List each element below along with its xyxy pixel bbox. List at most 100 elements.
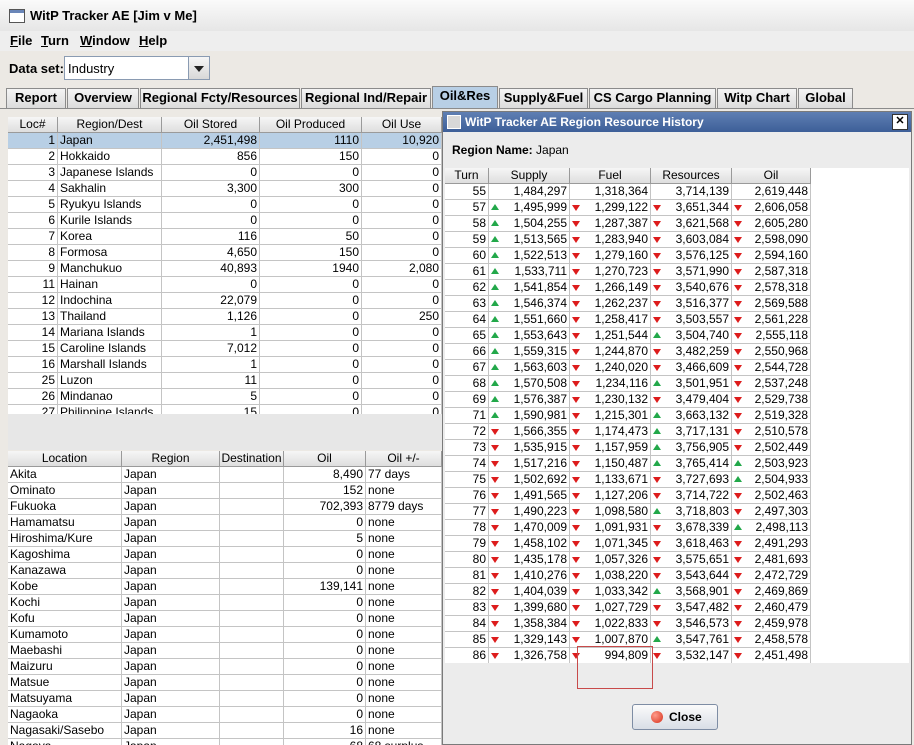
- table-row[interactable]: Hamamatsu Japan 0 none: [8, 515, 442, 531]
- table-row[interactable]: Nagasaki/Sasebo Japan 16 none: [8, 723, 442, 739]
- table-row[interactable]: 4 Sakhalin 3,300 300 0: [8, 181, 442, 197]
- table-row[interactable]: 58 1,504,255 1,287,387 3,621,568 2,605,280: [445, 216, 811, 232]
- column-header[interactable]: Oil Use: [362, 117, 442, 133]
- tab-report[interactable]: Report: [6, 88, 66, 108]
- table-row[interactable]: 63 1,546,374 1,262,237 3,516,377 2,569,588: [445, 296, 811, 312]
- table-row[interactable]: Hiroshima/Kure Japan 5 none: [8, 531, 442, 547]
- column-header[interactable]: Region/Dest: [58, 117, 162, 133]
- table-row[interactable]: 79 1,458,102 1,071,345 3,618,463 2,491,293: [445, 536, 811, 552]
- table-row[interactable]: 83 1,399,680 1,027,729 3,547,482 2,460,479: [445, 600, 811, 616]
- table-row[interactable]: 62 1,541,854 1,266,149 3,540,676 2,578,318: [445, 280, 811, 296]
- table-row[interactable]: 9 Manchukuo 40,893 1940 2,080: [8, 261, 442, 277]
- tab-supply-fuel[interactable]: Supply&Fuel: [499, 88, 588, 108]
- tab-regional-fcty-resources[interactable]: Regional Fcty/Resources: [140, 88, 300, 108]
- table-row[interactable]: 66 1,559,315 1,244,870 3,482,259 2,550,968: [445, 344, 811, 360]
- tab-regional-ind-repair[interactable]: Regional Ind/Repair: [301, 88, 431, 108]
- table-row[interactable]: Kobe Japan 139,141 none: [8, 579, 442, 595]
- column-header[interactable]: Destination: [220, 451, 284, 467]
- resource-history-table[interactable]: Turn Supply Fuel Resources Oil 55 1,484,297 1,3…: [445, 168, 909, 663]
- column-header[interactable]: Resources: [651, 168, 732, 184]
- table-row[interactable]: 75 1,502,692 1,133,671 3,727,693 2,504,933: [445, 472, 811, 488]
- tab-overview[interactable]: Overview: [67, 88, 139, 108]
- table-row[interactable]: 64 1,551,660 1,258,417 3,503,557 2,561,228: [445, 312, 811, 328]
- table-row[interactable]: 1 Japan 2,451,498 1110 10,920: [8, 133, 442, 149]
- location-oil-table[interactable]: Location Region Destination Oil Oil +/- Akita…: [8, 451, 442, 745]
- menu-window[interactable]: Window: [80, 33, 130, 48]
- tab-oil-res[interactable]: Oil&Res: [432, 86, 498, 108]
- column-header[interactable]: Oil +/-: [366, 451, 442, 467]
- table-row[interactable]: Maebashi Japan 0 none: [8, 643, 442, 659]
- table-row[interactable]: Maizuru Japan 0 none: [8, 659, 442, 675]
- table-row[interactable]: Akita Japan 8,490 77 days: [8, 467, 442, 483]
- table-row[interactable]: 7 Korea 116 50 0: [8, 229, 442, 245]
- tab-cs-cargo-planning[interactable]: CS Cargo Planning: [589, 88, 716, 108]
- table-row[interactable]: 55 1,484,297 1,318,364 3,714,139 2,619,448: [445, 184, 811, 200]
- table-row[interactable]: 78 1,470,009 1,091,931 3,678,339 2,498,113: [445, 520, 811, 536]
- table-row[interactable]: 8 Formosa 4,650 150 0: [8, 245, 442, 261]
- table-row[interactable]: Kofu Japan 0 none: [8, 611, 442, 627]
- menu-file[interactable]: File: [10, 33, 32, 48]
- table-row[interactable]: 77 1,490,223 1,098,580 3,718,803 2,497,303: [445, 504, 811, 520]
- table-row[interactable]: 68 1,570,508 1,234,116 3,501,951 2,537,248: [445, 376, 811, 392]
- region-oil-table[interactable]: Loc# Region/Dest Oil Stored Oil Produced Oil…: [8, 117, 442, 414]
- table-row[interactable]: 16 Marshall Islands 1 0 0: [8, 357, 442, 373]
- menu-help[interactable]: Help: [139, 33, 167, 48]
- table-row[interactable]: 67 1,563,603 1,240,020 3,466,609 2,544,728: [445, 360, 811, 376]
- table-row[interactable]: 72 1,566,355 1,174,473 3,717,131 2,510,578: [445, 424, 811, 440]
- table-row[interactable]: Kagoshima Japan 0 none: [8, 547, 442, 563]
- table-row[interactable]: 73 1,535,915 1,157,959 3,756,905 2,502,449: [445, 440, 811, 456]
- column-header[interactable]: Region: [122, 451, 220, 467]
- menu-turn[interactable]: Turn: [41, 33, 69, 48]
- column-header[interactable]: Location: [8, 451, 122, 467]
- table-row[interactable]: 12 Indochina 22,079 0 0: [8, 293, 442, 309]
- table-row[interactable]: 84 1,358,384 1,022,833 3,546,573 2,459,978: [445, 616, 811, 632]
- table-row[interactable]: 82 1,404,039 1,033,342 3,568,901 2,469,869: [445, 584, 811, 600]
- column-header[interactable]: Turn: [445, 168, 489, 184]
- column-header[interactable]: Fuel: [570, 168, 651, 184]
- table-row[interactable]: Fukuoka Japan 702,393 8779 days: [8, 499, 442, 515]
- table-row[interactable]: Matsue Japan 0 none: [8, 675, 442, 691]
- column-header[interactable]: Oil: [732, 168, 811, 184]
- table-row[interactable]: 13 Thailand 1,126 0 250: [8, 309, 442, 325]
- table-row[interactable]: 3 Japanese Islands 0 0 0: [8, 165, 442, 181]
- table-row[interactable]: 61 1,533,711 1,270,723 3,571,990 2,587,318: [445, 264, 811, 280]
- column-header[interactable]: Supply: [489, 168, 570, 184]
- table-row[interactable]: 25 Luzon 11 0 0: [8, 373, 442, 389]
- table-row[interactable]: 65 1,553,643 1,251,544 3,504,740 2,555,118: [445, 328, 811, 344]
- table-row[interactable]: NagoyaJapan 6868 surplus: [8, 739, 442, 745]
- column-header[interactable]: Oil Stored: [162, 117, 260, 133]
- close-icon[interactable]: ✕: [892, 114, 908, 130]
- table-row[interactable]: 59 1,513,565 1,283,940 3,603,084 2,598,090: [445, 232, 811, 248]
- tab-witp-chart[interactable]: Witp Chart: [717, 88, 797, 108]
- table-row[interactable]: 26 Mindanao 5 0 0: [8, 389, 442, 405]
- dataset-select[interactable]: Industry: [64, 56, 210, 80]
- table-row[interactable]: 11 Hainan 0 0 0: [8, 277, 442, 293]
- table-row[interactable]: 14 Mariana Islands 1 0 0: [8, 325, 442, 341]
- table-row[interactable]: 74 1,517,216 1,150,487 3,765,414 2,503,923: [445, 456, 811, 472]
- table-row[interactable]: 57 1,495,999 1,299,122 3,651,344 2,606,058: [445, 200, 811, 216]
- table-row[interactable]: 80 1,435,178 1,057,326 3,575,651 2,481,693: [445, 552, 811, 568]
- table-row[interactable]: 2 Hokkaido 856 150 0: [8, 149, 442, 165]
- table-row[interactable]: 71 1,590,981 1,215,301 3,663,132 2,519,328: [445, 408, 811, 424]
- table-row[interactable]: Kanazawa Japan 0 none: [8, 563, 442, 579]
- table-row[interactable]: Kumamoto Japan 0 none: [8, 627, 442, 643]
- table-row[interactable]: Matsuyama Japan 0 none: [8, 691, 442, 707]
- table-row[interactable]: 6 Kurile Islands 0 0 0: [8, 213, 442, 229]
- table-row[interactable]: Ominato Japan 152 none: [8, 483, 442, 499]
- column-header[interactable]: Loc#: [8, 117, 58, 133]
- column-header[interactable]: Oil Produced: [260, 117, 362, 133]
- table-row[interactable]: 76 1,491,565 1,127,206 3,714,722 2,502,463: [445, 488, 811, 504]
- tab-global[interactable]: Global: [798, 88, 853, 108]
- table-row[interactable]: 27 Philippine Islands 15 0 0: [8, 405, 442, 414]
- table-row[interactable]: Kochi Japan 0 none: [8, 595, 442, 611]
- chevron-down-icon[interactable]: [188, 57, 209, 79]
- table-row[interactable]: 69 1,576,387 1,230,132 3,479,404 2,529,738: [445, 392, 811, 408]
- pane-splitter[interactable]: [8, 414, 442, 450]
- table-row[interactable]: 5 Ryukyu Islands 0 0 0: [8, 197, 442, 213]
- table-row[interactable]: 81 1,410,276 1,038,220 3,543,644 2,472,729: [445, 568, 811, 584]
- table-row[interactable]: 15 Caroline Islands 7,012 0 0: [8, 341, 442, 357]
- table-row[interactable]: 60 1,522,513 1,279,160 3,576,125 2,594,160: [445, 248, 811, 264]
- table-row[interactable]: Nagaoka Japan 0 none: [8, 707, 442, 723]
- close-button[interactable]: Close: [632, 704, 718, 730]
- column-header[interactable]: Oil: [284, 451, 366, 467]
